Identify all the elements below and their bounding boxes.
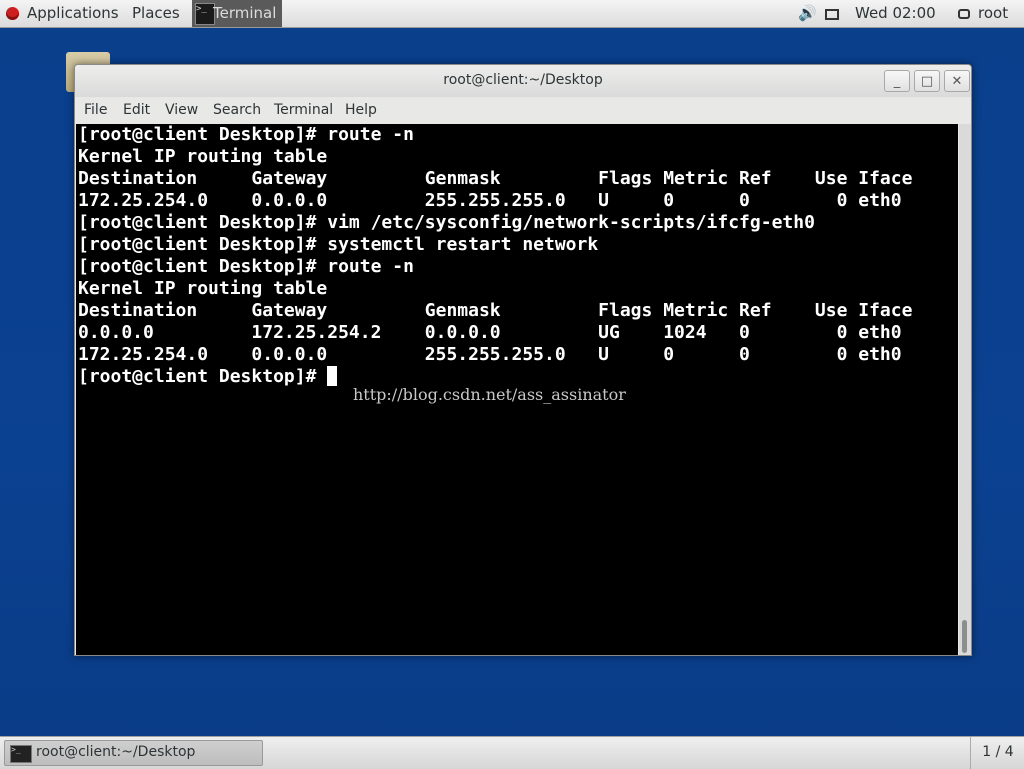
terminal-icon: >_ <box>10 745 32 763</box>
close-button[interactable]: ✕ <box>944 70 970 92</box>
active-app-label: Terminal <box>213 4 277 22</box>
menu-bar: File Edit View Search Terminal Help <box>75 97 971 123</box>
network-icon[interactable] <box>825 0 839 27</box>
terminal-line: [root@client Desktop]# systemctl restart… <box>78 234 599 255</box>
desktop: Applications Places >_ Terminal 🔊 Wed 02… <box>0 0 1024 769</box>
terminal-line: Kernel IP routing table <box>78 146 328 167</box>
scrollbar-thumb[interactable] <box>962 620 967 653</box>
active-app-button[interactable]: >_ Terminal <box>192 0 282 27</box>
terminal-icon: >_ <box>195 3 215 25</box>
terminal-prompt: [root@client Desktop]# <box>78 366 328 387</box>
menu-help[interactable]: Help <box>345 102 377 118</box>
window-titlebar[interactable]: root@client:~/Desktop _ □ ✕ <box>75 65 971 97</box>
terminal-line: [root@client Desktop]# route -n <box>78 256 414 277</box>
taskbar-item-terminal[interactable]: >_ root@client:~/Desktop <box>4 740 263 766</box>
scrollbar[interactable] <box>959 124 971 655</box>
top-panel: Applications Places >_ Terminal 🔊 Wed 02… <box>0 0 1024 28</box>
terminal-line: 0.0.0.0 172.25.254.2 0.0.0.0 UG 1024 0 0… <box>78 322 902 343</box>
taskbar-item-label: root@client:~/Desktop <box>36 744 196 760</box>
terminal-line: 172.25.254.0 0.0.0.0 255.255.255.0 U 0 0… <box>78 344 902 365</box>
maximize-button[interactable]: □ <box>914 70 940 92</box>
watermark: http://blog.csdn.net/ass_assinator <box>353 385 626 404</box>
terminal-line: Destination Gateway Genmask Flags Metric… <box>78 168 913 189</box>
user-icon[interactable] <box>958 0 970 27</box>
workspace-indicator[interactable]: 1 / 4 <box>970 737 1024 769</box>
terminal-line: Kernel IP routing table <box>78 278 328 299</box>
places-menu[interactable]: Places <box>132 0 180 27</box>
bottom-panel: >_ root@client:~/Desktop 1 / 4 <box>0 736 1024 769</box>
terminal-line: Destination Gateway Genmask Flags Metric… <box>78 300 913 321</box>
terminal-text: [root@client Desktop]# route -n Kernel I… <box>78 124 956 388</box>
text-cursor <box>327 366 338 386</box>
minimize-button[interactable]: _ <box>884 70 910 92</box>
terminal-output[interactable]: [root@client Desktop]# route -n Kernel I… <box>76 124 958 655</box>
window-title: root@client:~/Desktop <box>443 72 603 88</box>
menu-search[interactable]: Search <box>213 102 261 118</box>
terminal-line: 172.25.254.0 0.0.0.0 255.255.255.0 U 0 0… <box>78 190 902 211</box>
terminal-line: [root@client Desktop]# route -n <box>78 124 414 145</box>
user-menu[interactable]: root <box>978 0 1008 27</box>
menu-file[interactable]: File <box>84 102 107 118</box>
redhat-logo-icon[interactable] <box>6 7 19 20</box>
sound-icon[interactable]: 🔊 <box>798 0 817 27</box>
terminal-window: root@client:~/Desktop _ □ ✕ File Edit Vi… <box>74 64 972 656</box>
terminal-line: [root@client Desktop]# vim /etc/sysconfi… <box>78 212 815 233</box>
clock[interactable]: Wed 02:00 <box>855 0 936 27</box>
menu-view[interactable]: View <box>165 102 198 118</box>
menu-terminal[interactable]: Terminal <box>274 102 333 118</box>
applications-menu[interactable]: Applications <box>27 0 119 27</box>
menu-edit[interactable]: Edit <box>123 102 150 118</box>
